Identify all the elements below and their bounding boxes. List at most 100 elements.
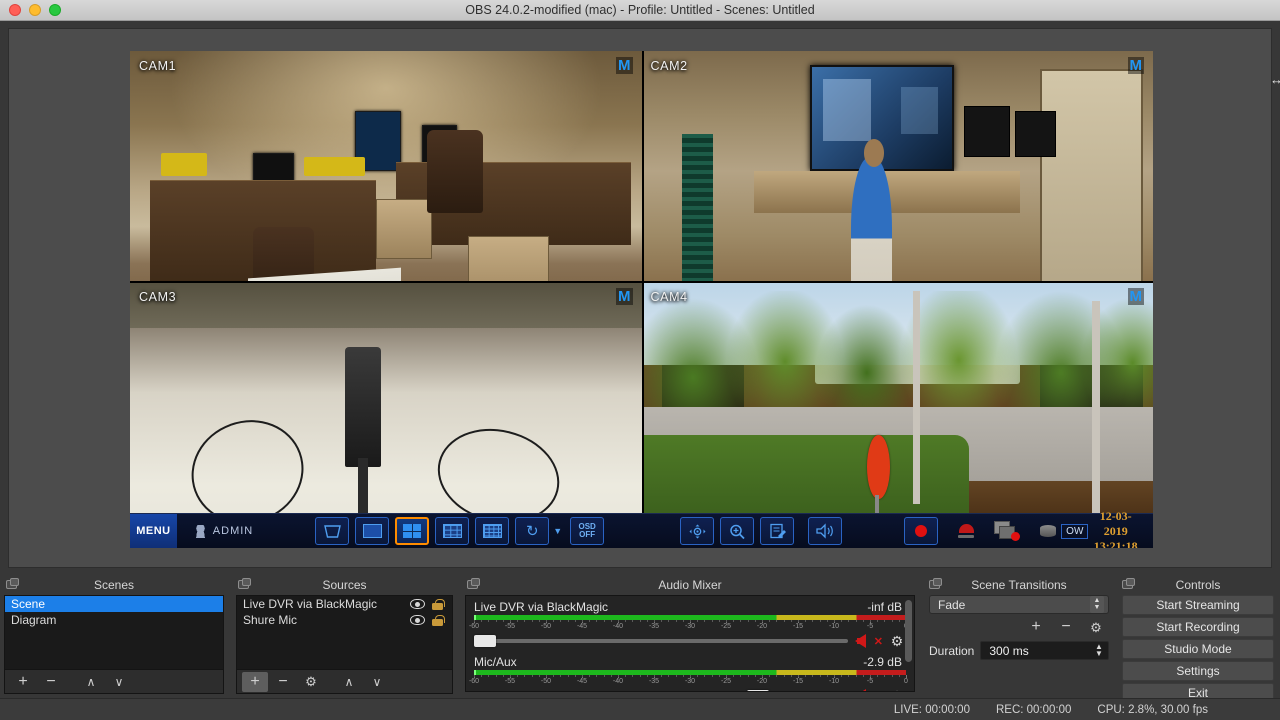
dvr-audio-button[interactable] (808, 517, 842, 545)
audio-settings-gear-icon[interactable]: ⚙ (890, 634, 904, 648)
preview-canvas[interactable]: CAM1 M CAM2 M (130, 51, 1153, 548)
source-list-item[interactable]: Live DVR via BlackMagic (237, 596, 452, 612)
db-minor-tick (668, 620, 669, 622)
float-dock-icon[interactable] (929, 580, 940, 589)
source-properties-button[interactable]: ⚙ (298, 672, 324, 692)
transition-select[interactable]: Fade ▲▼ (929, 595, 1109, 614)
cam3-label: CAM3 (139, 290, 176, 304)
scenes-list[interactable]: Scene Diagram (4, 595, 224, 670)
db-minor-tick (546, 675, 547, 677)
camera-quadrant-cam3[interactable]: CAM3 M (130, 282, 642, 548)
audio-mixer-scrollbar[interactable] (905, 600, 912, 662)
db-minor-tick (625, 675, 626, 677)
move-scene-down-button[interactable]: ∨ (106, 672, 132, 692)
db-tick-label: -20 (757, 678, 767, 685)
db-minor-tick (568, 675, 569, 677)
sources-list[interactable]: Live DVR via BlackMagic Shure Mic (236, 595, 453, 670)
dvr-sixteen-view-button[interactable] (475, 517, 509, 545)
move-source-down-button[interactable]: ∨ (364, 672, 390, 692)
db-minor-tick (546, 620, 547, 622)
dvr-ptz-button[interactable] (680, 517, 714, 545)
dvr-osd-toggle-button[interactable]: OSD OFF (570, 517, 604, 545)
float-dock-icon[interactable] (238, 580, 249, 589)
audio-settings-gear-icon[interactable]: ⚙ (890, 689, 904, 692)
duration-spinner[interactable]: ▲▼ (1092, 642, 1106, 659)
dvr-menu-button[interactable]: MENU (130, 514, 177, 548)
move-scene-up-button[interactable]: ∧ (78, 672, 104, 692)
dvr-alarm-status-icon (958, 524, 974, 538)
source-visibility-icon[interactable] (410, 615, 425, 625)
source-lock-icon[interactable] (432, 615, 443, 626)
db-minor-tick (611, 620, 612, 622)
chevron-down-icon[interactable]: ▼ (553, 526, 562, 536)
db-minor-tick (726, 620, 727, 622)
add-scene-button[interactable]: + (10, 672, 36, 692)
float-dock-icon[interactable] (6, 580, 17, 589)
preview-area[interactable]: CAM1 M CAM2 M (8, 28, 1272, 568)
remove-transition-button[interactable]: − (1053, 617, 1079, 637)
db-minor-tick (892, 620, 893, 622)
db-tick-label: -35 (649, 623, 659, 630)
float-dock-icon[interactable] (467, 580, 478, 589)
dvr-fullscreen-button[interactable] (315, 517, 349, 545)
start-streaming-button[interactable]: Start Streaming (1122, 595, 1274, 615)
db-minor-tick (510, 675, 511, 677)
cam2-label: CAM2 (651, 59, 688, 73)
db-minor-tick (748, 620, 749, 622)
transition-select-value: Fade (938, 598, 1090, 612)
mute-speaker-icon[interactable] (855, 634, 866, 648)
db-tick-label: -5 (867, 623, 873, 630)
source-lock-icon[interactable] (432, 599, 443, 610)
studio-mode-button[interactable]: Studio Mode (1122, 639, 1274, 659)
add-source-button[interactable]: + (242, 672, 268, 692)
dvr-log-button[interactable] (760, 517, 794, 545)
dvr-time-value: 13:21:18 (1088, 539, 1143, 548)
source-list-item[interactable]: Shure Mic (237, 612, 452, 628)
camera-quadrant-cam4[interactable]: CAM4 M (642, 282, 1154, 548)
dvr-nine-view-button[interactable] (435, 517, 469, 545)
float-dock-icon[interactable] (1122, 580, 1133, 589)
db-minor-tick (820, 620, 821, 622)
duration-value: 300 ms (989, 644, 1092, 658)
db-minor-tick (503, 620, 504, 622)
add-transition-button[interactable]: + (1023, 617, 1049, 637)
duration-input[interactable]: 300 ms ▲▼ (980, 641, 1109, 660)
db-minor-tick (589, 620, 590, 622)
remove-scene-button[interactable]: − (38, 672, 64, 692)
db-minor-tick (740, 675, 741, 677)
db-minor-tick (755, 675, 756, 677)
db-minor-tick (791, 675, 792, 677)
db-minor-tick (661, 675, 662, 677)
move-source-up-button[interactable]: ∧ (336, 672, 362, 692)
audio-volume-fader[interactable] (474, 639, 848, 643)
dvr-single-view-button[interactable] (355, 517, 389, 545)
db-minor-tick (524, 620, 525, 622)
cam1-yellow-cable (304, 157, 365, 175)
source-visibility-icon[interactable] (410, 599, 425, 609)
db-minor-tick (726, 675, 727, 677)
audio-track-name: Mic/Aux (474, 655, 517, 669)
mute-speaker-icon[interactable] (855, 689, 866, 692)
db-minor-tick (740, 620, 741, 622)
transition-select-spinner[interactable]: ▲▼ (1090, 596, 1104, 613)
db-minor-tick (532, 675, 533, 677)
transition-properties-button[interactable]: ⚙ (1083, 617, 1109, 637)
scene-list-item[interactable]: Scene (5, 596, 223, 612)
dvr-sequence-button[interactable]: ↻ (515, 517, 549, 545)
dock-audio-mixer: Audio Mixer Live DVR via BlackMagic -inf… (461, 574, 919, 697)
start-recording-button[interactable]: Start Recording (1122, 617, 1274, 637)
scene-list-item[interactable]: Diagram (5, 612, 223, 628)
settings-button[interactable]: Settings (1122, 661, 1274, 681)
scene-list-item-label: Diagram (11, 612, 217, 628)
audio-track-db: -2.9 dB (863, 655, 902, 669)
db-minor-tick (899, 620, 900, 622)
db-minor-tick (899, 675, 900, 677)
db-tick-label: -50 (541, 678, 551, 685)
db-minor-tick (647, 620, 648, 622)
remove-source-button[interactable]: − (270, 672, 296, 692)
dvr-quad-view-button[interactable] (395, 517, 429, 545)
dvr-zoom-button[interactable] (720, 517, 754, 545)
db-tick-label: -35 (649, 678, 659, 685)
db-minor-tick (784, 675, 785, 677)
cam1-label: CAM1 (139, 59, 176, 73)
